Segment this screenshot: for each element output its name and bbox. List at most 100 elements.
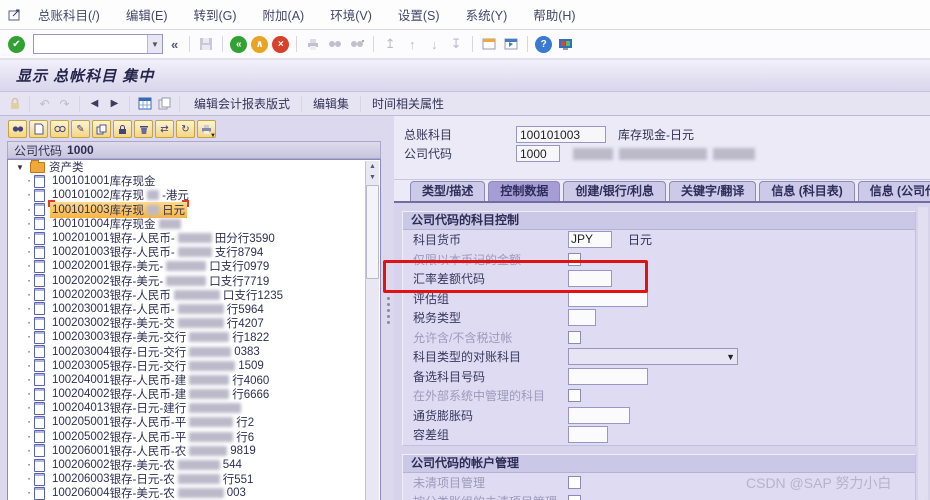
tree-item-100203002[interactable]: ·100203002 银存-美元-交行4207: [8, 316, 380, 330]
delete-icon[interactable]: [134, 120, 153, 138]
document-icon: [34, 430, 45, 443]
tree-item-100101002[interactable]: ·100101002 库存现-港元: [8, 188, 380, 202]
redacted-text: [159, 219, 181, 229]
scroll-up-icon[interactable]: ▲: [369, 161, 376, 172]
company-code-field[interactable]: 1000: [516, 145, 560, 162]
tree-item-100204001[interactable]: ·100204001 银存-人民币-建行4060: [8, 373, 380, 387]
redacted-text: [178, 474, 220, 484]
collapse-command-icon[interactable]: «: [167, 37, 182, 52]
lock-icon[interactable]: [113, 120, 132, 138]
title-bar: 显示 总帐科目 集中: [0, 60, 930, 92]
command-field[interactable]: ▼: [33, 34, 163, 54]
account-tree: ▼ 资产类 ·100101001 库存现金·100101002 库存现-港元·1…: [7, 159, 381, 500]
tree-item-100204013[interactable]: ·100204013 银存-日元-建行: [8, 401, 380, 415]
bullet-icon: ·: [24, 275, 34, 287]
tab-3[interactable]: 创建/银行/利息: [563, 181, 666, 201]
tree-scrollbar[interactable]: ▲ ▼: [365, 161, 379, 500]
tree-item-100202002[interactable]: ·100202002 银存-美元-口支行7719: [8, 274, 380, 288]
field-inflation-key[interactable]: [568, 407, 630, 424]
tab-4[interactable]: 关键字/翻译: [669, 181, 756, 201]
field-recon-account-type[interactable]: ▼: [568, 348, 738, 365]
create-icon[interactable]: [29, 120, 48, 138]
tree-item-100206001[interactable]: ·100206001 银存-人民币-农9819: [8, 444, 380, 458]
field-valuation-group[interactable]: [568, 290, 648, 307]
panel-splitter[interactable]: [382, 116, 394, 500]
tree-folder-assets[interactable]: ▼ 资产类: [8, 160, 380, 174]
tree-item-100203001[interactable]: ·100203001 银存-人民币-行5964: [8, 302, 380, 316]
back-icon[interactable]: «: [230, 36, 247, 53]
tree-item-100203005[interactable]: ·100203005 银存-日元-交行1509: [8, 359, 380, 373]
menu-item-5[interactable]: 环境(V): [330, 5, 372, 24]
tab-2[interactable]: 控制数据: [488, 181, 560, 201]
field-row-account-currency: 科目货币JPY日元: [403, 230, 915, 250]
tree-item-100206002[interactable]: ·100206002 银存-美元-农544: [8, 458, 380, 472]
next-account-icon[interactable]: ▶: [106, 95, 123, 112]
field-tolerance-group[interactable]: [568, 426, 608, 443]
gl-account-field[interactable]: 100101003: [516, 126, 606, 143]
previous-account-icon[interactable]: ◀: [86, 95, 103, 112]
chart-of-accounts-icon[interactable]: [136, 95, 153, 112]
app-button-3[interactable]: 时间相关属性: [364, 95, 452, 112]
tree-item-100202003[interactable]: ·100202003 银存-人民币口支行1235: [8, 288, 380, 302]
tree-item-100205002[interactable]: ·100205002 银存-人民币-平行6: [8, 430, 380, 444]
tab-5[interactable]: 信息 (科目表): [759, 181, 854, 201]
find-icon[interactable]: [8, 120, 27, 138]
help-icon[interactable]: ?: [535, 36, 552, 53]
exit-icon[interactable]: ∧: [251, 36, 268, 53]
refresh-icon[interactable]: ↻: [176, 120, 195, 138]
tree-item-100203003[interactable]: ·100203003 银存-美元-交行行1822: [8, 330, 380, 344]
scrollbar-thumb[interactable]: [366, 185, 379, 279]
scroll-down-icon[interactable]: ▼: [369, 172, 376, 183]
tab-6[interactable]: 信息 (公司代码): [858, 181, 930, 201]
tree-item-100201003[interactable]: ·100201003 银存-人民币-支行8794: [8, 245, 380, 259]
menu-item-4[interactable]: 附加(A): [263, 5, 305, 24]
scrollbar-track[interactable]: [918, 207, 928, 500]
app-button-1[interactable]: 编辑会计报表版式: [186, 95, 298, 112]
tree-item-100206003[interactable]: ·100206003 银存-日元-农行551: [8, 472, 380, 486]
print-dropdown-icon[interactable]: ▼: [210, 133, 216, 139]
tree-item-100205001[interactable]: ·100205001 银存-人民币-平行2: [8, 415, 380, 429]
field-row-posting-without-tax-allowed: 允许含/不含税过帐: [403, 328, 915, 348]
first-page-icon: ↥: [381, 35, 399, 53]
menu-item-1[interactable]: 总账科目(/): [38, 5, 100, 24]
edit-icon[interactable]: ✎: [71, 120, 90, 138]
create-shortcut-icon[interactable]: [502, 35, 520, 53]
tab-1[interactable]: 类型/描述: [410, 181, 485, 201]
menu-item-3[interactable]: 转到(G): [193, 5, 236, 24]
customize-layout-icon[interactable]: [556, 35, 574, 53]
field-account-currency[interactable]: JPY: [568, 231, 612, 248]
command-dropdown-icon[interactable]: ▼: [147, 35, 162, 53]
new-session-icon[interactable]: [480, 35, 498, 53]
tree-item-100101004[interactable]: ·100101004 库存现金: [8, 217, 380, 231]
currency-swap-icon[interactable]: ⇄: [155, 120, 174, 138]
tree-item-100202001[interactable]: ·100202001 银存-美元-口支行0979: [8, 259, 380, 273]
copy-view-icon[interactable]: [156, 95, 173, 112]
display-icon[interactable]: [50, 120, 69, 138]
tab-content: 公司代码的科目控制 科目货币JPY日元仅限以本币记的金额汇率差额代码 评估组 税…: [394, 201, 930, 500]
field-tax-category[interactable]: [568, 309, 596, 326]
enter-icon[interactable]: ✔: [8, 36, 25, 53]
tree-item-100206004[interactable]: ·100206004 银存-美元-农003: [8, 486, 380, 500]
command-input[interactable]: [34, 35, 147, 53]
menu-item-6[interactable]: 设置(S): [398, 5, 440, 24]
collapse-arrow-icon[interactable]: ▼: [16, 163, 26, 172]
tree-item-100204002[interactable]: ·100204002 银存-人民币-建行6666: [8, 387, 380, 401]
app-button-2[interactable]: 编辑集: [305, 95, 357, 112]
print-icon: [304, 35, 322, 53]
field-label-inflation-key: 通货膨胀码: [413, 407, 568, 424]
menu-item-7[interactable]: 系统(Y): [466, 5, 508, 24]
tree-item-100203004[interactable]: ·100203004 银存-日元-交行0383: [8, 344, 380, 358]
print-icon[interactable]: ▼: [197, 120, 216, 138]
cancel-icon[interactable]: ×: [272, 36, 289, 53]
field-exchange-rate-diff-key[interactable]: [568, 270, 612, 287]
copy-icon[interactable]: [92, 120, 111, 138]
separator: [129, 96, 130, 112]
tree-item-100101001[interactable]: ·100101001 库存现金: [8, 174, 380, 188]
system-menu-icon[interactable]: [8, 7, 24, 22]
tree-item-100101003[interactable]: ·100101003 库存现日元: [8, 203, 380, 217]
menu-item-2[interactable]: 编辑(E): [126, 5, 168, 24]
tree-item-100201001[interactable]: ·100201001 银存-人民币-田分行3590: [8, 231, 380, 245]
detail-header: 总账科目 100101003 库存现金-日元 公司代码 1000: [394, 116, 930, 180]
field-alternative-account-number[interactable]: [568, 368, 648, 385]
menu-item-8[interactable]: 帮助(H): [533, 5, 575, 24]
